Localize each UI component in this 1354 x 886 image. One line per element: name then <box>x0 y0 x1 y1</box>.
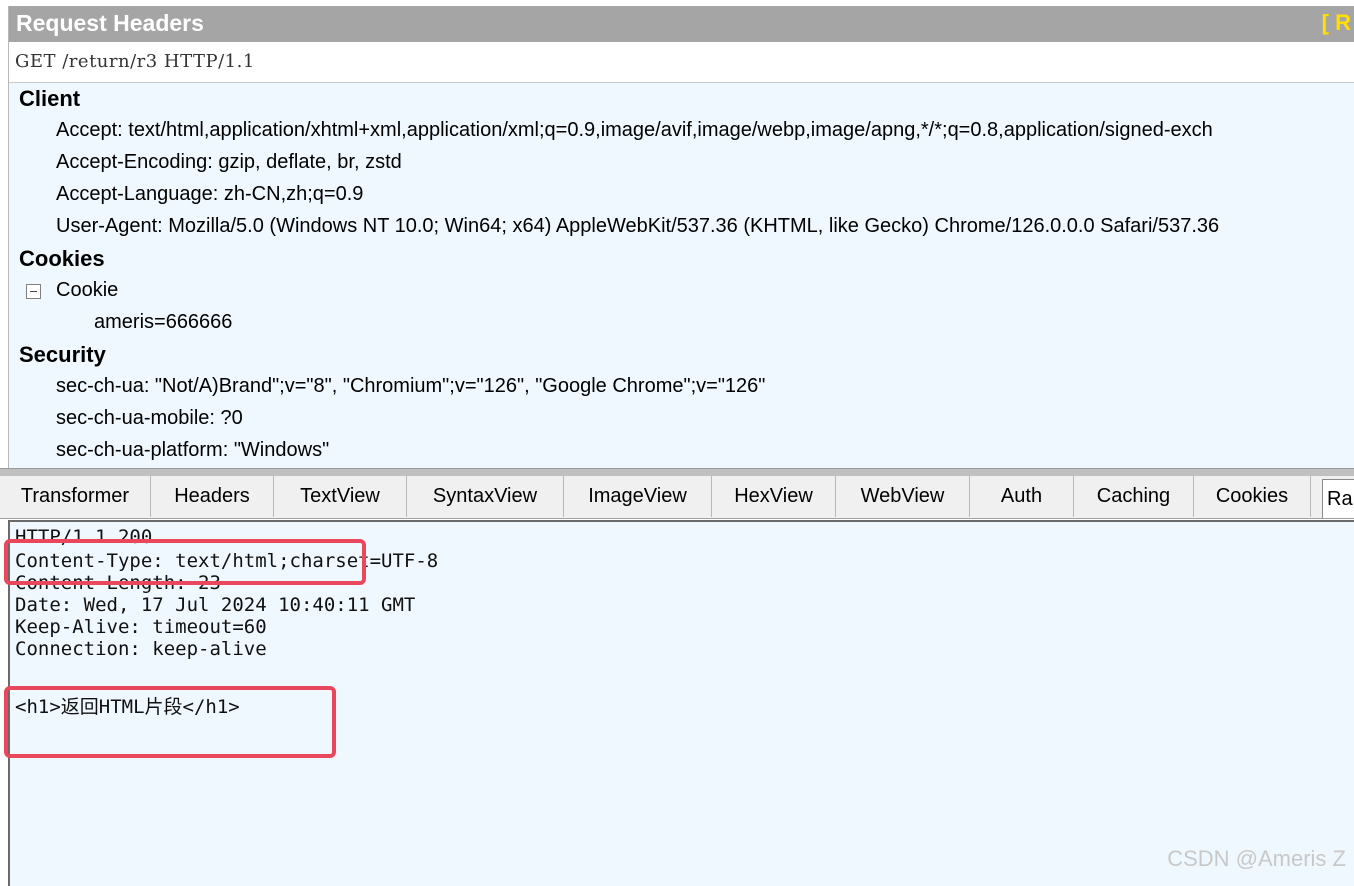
tab-transformer[interactable]: Transformer <box>0 476 151 517</box>
raw-date: Date: Wed, 17 Jul 2024 10:40:11 GMT <box>15 594 416 616</box>
section-client[interactable]: Client <box>19 86 80 112</box>
response-tab-bar: Transformer Headers TextView SyntaxView … <box>0 476 1354 519</box>
cookie-node[interactable]: Cookie <box>56 279 118 302</box>
tab-caching[interactable]: Caching <box>1074 476 1194 517</box>
section-security[interactable]: Security <box>19 342 106 368</box>
header-sec-ch-ua-platform[interactable]: sec-ch-ua-platform: "Windows" <box>56 439 329 462</box>
tab-textview[interactable]: TextView <box>274 476 407 517</box>
tab-auth[interactable]: Auth <box>970 476 1074 517</box>
tab-hexview[interactable]: HexView <box>712 476 836 517</box>
cookie-value[interactable]: ameris=666666 <box>94 311 232 334</box>
tab-headers[interactable]: Headers <box>151 476 274 517</box>
tab-syntaxview[interactable]: SyntaxView <box>407 476 564 517</box>
header-accept[interactable]: Accept: text/html,application/xhtml+xml,… <box>56 119 1213 142</box>
tab-imageview[interactable]: ImageView <box>564 476 712 517</box>
request-line-text: GET /return/r3 HTTP/1.1 <box>15 51 255 72</box>
header-sec-ch-ua-mobile[interactable]: sec-ch-ua-mobile: ?0 <box>56 407 243 430</box>
header-sec-ch-ua[interactable]: sec-ch-ua: "Not/A)Brand";v="8", "Chromiu… <box>56 375 765 398</box>
request-line: GET /return/r3 HTTP/1.1 <box>9 42 1354 83</box>
request-headers-title-bar: Request Headers [ R <box>9 6 1354 42</box>
raw-link[interactable]: [ R <box>1322 10 1351 36</box>
section-cookies[interactable]: Cookies <box>19 246 105 272</box>
tab-raw[interactable]: Ra <box>1322 479 1354 518</box>
raw-connection: Connection: keep-alive <box>15 638 267 660</box>
highlight-body <box>4 686 336 758</box>
tab-webview[interactable]: WebView <box>836 476 970 517</box>
header-user-agent[interactable]: User-Agent: Mozilla/5.0 (Windows NT 10.0… <box>56 215 1219 238</box>
watermark: CSDN @Ameris Z <box>1167 846 1346 871</box>
request-headers-panel: Request Headers [ R GET /return/r3 HTTP/… <box>8 6 1354 468</box>
highlight-content-type <box>4 539 366 585</box>
panel-title: Request Headers <box>16 10 204 36</box>
header-accept-language[interactable]: Accept-Language: zh-CN,zh;q=0.9 <box>56 183 363 206</box>
tab-cookies[interactable]: Cookies <box>1194 476 1311 517</box>
collapse-icon[interactable] <box>26 284 41 299</box>
raw-keep-alive: Keep-Alive: timeout=60 <box>15 616 267 638</box>
header-accept-encoding[interactable]: Accept-Encoding: gzip, deflate, br, zstd <box>56 151 402 174</box>
